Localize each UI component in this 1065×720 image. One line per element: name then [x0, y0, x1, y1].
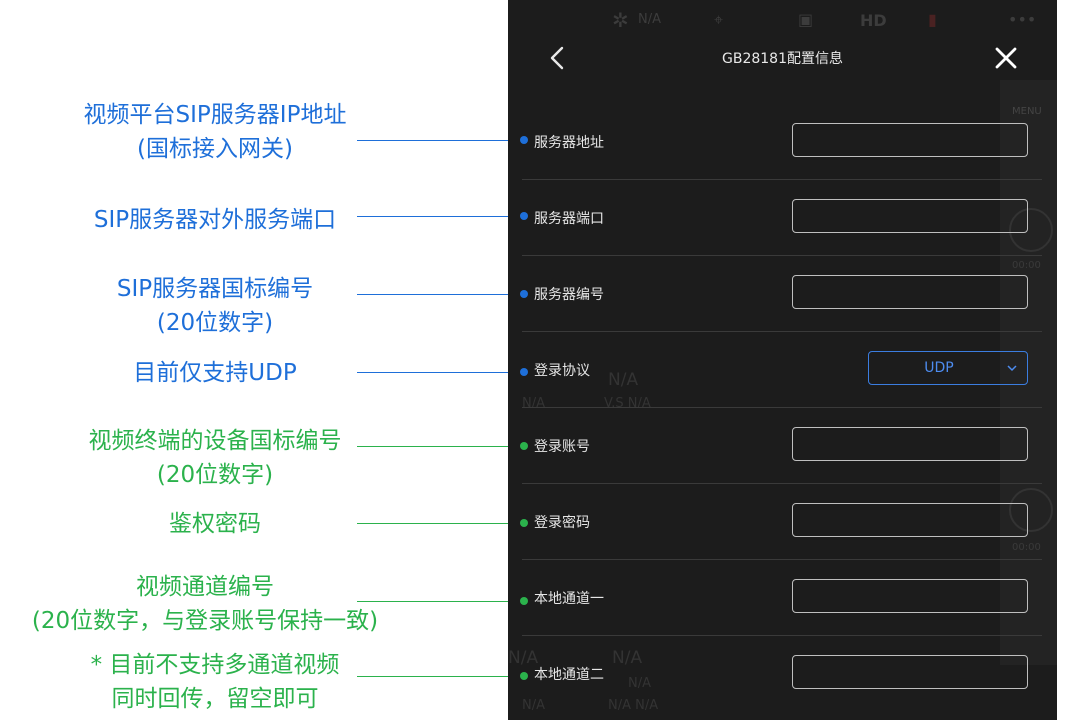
annotation-text: 视频终端的设备国标编号: [88, 428, 342, 454]
drone-icon: ✲: [612, 8, 629, 32]
leader-dot: [520, 672, 528, 680]
remote-icon: ▣: [798, 10, 814, 29]
leader-line: [357, 601, 524, 602]
form-row-channel-1: 本地通道一: [522, 560, 1042, 636]
annotation-text: (20位数字，与登录账号保持一致): [31, 608, 379, 634]
annotation-text: SIP服务器对外服务端口: [93, 207, 337, 233]
annotation-server-address: 视频平台SIP服务器IP地址 (国标接入网关): [20, 98, 410, 166]
leader-line: [357, 294, 524, 295]
leader-dot: [520, 597, 528, 605]
annotation-server-port: SIP服务器对外服务端口: [20, 203, 410, 237]
protocol-value: UDP: [924, 360, 954, 376]
field-label: 登录账号: [534, 439, 590, 455]
annotation-text: * 目前不支持多通道视频: [90, 652, 340, 678]
field-label: 服务器编号: [534, 287, 604, 303]
annotation-protocol: 目前仅支持UDP: [20, 356, 410, 390]
gb28181-config-screen: ✲ N/A ⌖ ▣ HD ▮ ••• N/A N/A V.S N/A N/A N…: [508, 0, 1057, 720]
battery-icon: ▮: [928, 10, 937, 29]
annotation-login-account: 视频终端的设备国标编号 (20位数字): [20, 424, 410, 492]
leader-dot: [520, 442, 528, 450]
annotation-text: 目前仅支持UDP: [133, 360, 297, 386]
chevron-down-icon: [1007, 365, 1017, 372]
annotation-text: 鉴权密码: [169, 511, 261, 537]
form-row-login-account: 登录账号: [522, 408, 1042, 484]
login-account-input[interactable]: [792, 427, 1028, 461]
field-label: 登录密码: [534, 515, 590, 531]
leader-line: [357, 446, 524, 447]
status-bar: ✲ N/A ⌖ ▣ HD ▮ •••: [508, 0, 1057, 40]
field-label: 本地通道二: [534, 667, 604, 683]
annotation-channel-1: 视频通道编号 (20位数字，与登录账号保持一致): [0, 570, 410, 638]
form-row-server-address: 服务器地址: [522, 104, 1042, 180]
annotation-text: (20位数字): [156, 462, 274, 488]
form-row-channel-2: 本地通道二: [522, 636, 1042, 712]
annotation-text: 同时回传，留空即可: [111, 686, 319, 712]
leader-line: [357, 140, 524, 141]
form-row-server-id: 服务器编号: [522, 256, 1042, 332]
annotation-server-id: SIP服务器国标编号 (20位数字): [20, 272, 410, 340]
form-row-login-password: 登录密码: [522, 484, 1042, 560]
field-label: 本地通道一: [534, 591, 604, 607]
annotation-text: (国标接入网关): [137, 136, 293, 162]
leader-dot: [520, 368, 528, 376]
leader-dot: [520, 136, 528, 144]
more-icon[interactable]: •••: [1008, 10, 1036, 29]
drone-status: N/A: [638, 12, 661, 27]
server-address-input[interactable]: [792, 123, 1028, 157]
field-label: 登录协议: [534, 363, 590, 379]
leader-line: [357, 523, 524, 524]
close-icon: [995, 47, 1017, 69]
annotation-password: 鉴权密码: [20, 507, 410, 541]
leader-dot: [520, 212, 528, 220]
leader-dot: [520, 519, 528, 527]
channel-2-input[interactable]: [792, 655, 1028, 689]
annotation-text: 视频通道编号: [136, 574, 274, 600]
page-title: GB28181配置信息: [722, 51, 843, 67]
server-port-input[interactable]: [792, 199, 1028, 233]
annotation-text: 视频平台SIP服务器IP地址: [83, 102, 347, 128]
field-label: 服务器地址: [534, 135, 604, 151]
leader-line: [357, 372, 524, 373]
protocol-select[interactable]: UDP: [868, 351, 1028, 385]
satellite-icon: ⌖: [714, 10, 724, 29]
login-password-input[interactable]: [792, 503, 1028, 537]
channel-1-input[interactable]: [792, 579, 1028, 613]
leader-line: [357, 216, 524, 217]
form-row-protocol: 登录协议 UDP: [522, 332, 1042, 408]
annotation-channel-2: * 目前不支持多通道视频 同时回传，留空即可: [20, 648, 410, 716]
leader-dot: [520, 290, 528, 298]
close-button[interactable]: [986, 38, 1026, 78]
server-id-input[interactable]: [792, 275, 1028, 309]
field-label: 服务器端口: [534, 211, 604, 227]
hd-label: HD: [860, 11, 887, 30]
annotation-text: (20位数字): [156, 310, 274, 336]
annotation-text: SIP服务器国标编号: [116, 276, 314, 302]
form-row-server-port: 服务器端口: [522, 180, 1042, 256]
leader-line: [357, 676, 524, 677]
